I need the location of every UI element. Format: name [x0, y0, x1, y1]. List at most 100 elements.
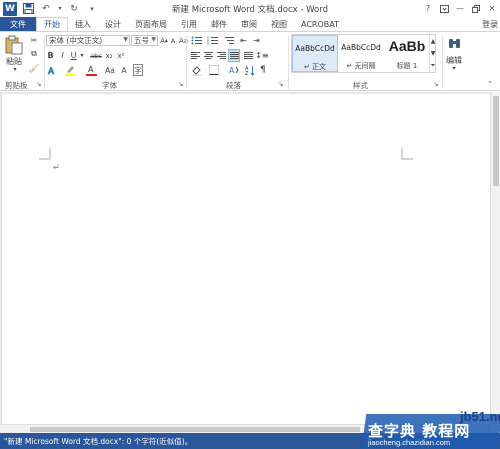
sort-icon[interactable]: AZ: [244, 64, 256, 76]
copy-icon[interactable]: ⧉: [29, 49, 39, 59]
strikethrough-icon[interactable]: abc: [90, 50, 102, 61]
svg-text:A: A: [88, 65, 94, 74]
underline-icon[interactable]: U: [69, 50, 78, 61]
styles-more-icon[interactable]: ⏷: [429, 59, 436, 72]
line-spacing-icon[interactable]: ↕≡: [255, 50, 268, 61]
borders-icon[interactable]: [208, 64, 220, 76]
underline-dropdown-icon[interactable]: ▾: [79, 50, 85, 61]
style-normal[interactable]: AaBbCcDd ↵ 正文: [292, 35, 338, 72]
tab-references[interactable]: 引用: [174, 17, 204, 31]
align-center-icon[interactable]: [203, 50, 213, 61]
tab-insert[interactable]: 插入: [68, 17, 98, 31]
divider: [288, 35, 289, 89]
help-icon[interactable]: ?: [420, 0, 436, 17]
paste-icon[interactable]: [5, 35, 23, 55]
multilevel-list-icon[interactable]: [222, 35, 234, 46]
divider: [44, 35, 45, 89]
style-heading-1-label: 标题 1: [396, 62, 418, 70]
shrink-font-icon[interactable]: A: [169, 35, 177, 46]
style-normal-sample: AaBbCcDd: [295, 44, 335, 53]
word-app-icon[interactable]: W: [3, 1, 17, 16]
char-shading-icon[interactable]: Aa: [105, 64, 115, 76]
highlight-color-icon[interactable]: [65, 64, 76, 76]
undo-dropdown-icon[interactable]: ▾: [57, 2, 63, 16]
chevron-down-icon: ▼: [123, 36, 128, 43]
divider: [442, 35, 443, 89]
svg-text:Z: Z: [245, 71, 249, 76]
divider: [186, 35, 187, 89]
restore-icon[interactable]: [468, 0, 484, 17]
margin-corner-top-left: [39, 148, 51, 160]
chinese-layout-icon[interactable]: A: [228, 64, 240, 76]
distributed-icon[interactable]: [243, 50, 253, 61]
vertical-scroll-thumb[interactable]: [493, 96, 499, 186]
tab-page-layout[interactable]: 页面布局: [128, 17, 174, 31]
tab-view[interactable]: 视图: [264, 17, 294, 31]
document-page[interactable]: [1, 94, 490, 424]
tab-review[interactable]: 审阅: [234, 17, 264, 31]
document-area: [0, 92, 490, 424]
styles-scroll-up-icon[interactable]: ▲: [429, 35, 436, 47]
font-size-select[interactable]: 五号 ▼: [131, 35, 158, 46]
increase-indent-icon[interactable]: ⇥: [251, 35, 262, 46]
editing-dropdown-icon[interactable]: ▾: [450, 65, 458, 72]
editing-button[interactable]: 编辑: [445, 55, 463, 65]
grow-font-icon[interactable]: A ▴: [160, 35, 168, 46]
text-effects-icon[interactable]: A: [46, 64, 57, 76]
tab-file[interactable]: 文件: [0, 17, 36, 31]
collapse-ribbon-icon[interactable]: ⌃: [485, 80, 495, 88]
font-color-icon[interactable]: A: [86, 64, 97, 76]
styles-launcher-icon[interactable]: ↘: [432, 80, 440, 88]
shading-icon[interactable]: [190, 64, 202, 76]
tab-acrobat[interactable]: ACROBAT: [294, 17, 346, 31]
undo-icon[interactable]: ↶: [39, 2, 53, 16]
watermark: jb51.net 查字典 教程网 jiaocheng.chazidian.com: [361, 408, 500, 449]
customize-icon[interactable]: ▾: [85, 2, 99, 16]
style-heading-1[interactable]: AaBb 标题 1: [384, 35, 430, 72]
clipboard-launcher-icon[interactable]: ↘: [35, 80, 43, 88]
chevron-down-icon: ▼: [151, 36, 156, 43]
cut-icon[interactable]: ✂: [29, 35, 39, 45]
ribbon-display-icon[interactable]: [436, 0, 452, 17]
minimize-icon[interactable]: —: [452, 0, 468, 17]
styles-scroll-down-icon[interactable]: ▼: [429, 47, 436, 59]
svg-text:A: A: [48, 67, 55, 76]
watermark-url: jiaocheng.chazidian.com: [368, 438, 451, 447]
superscript-icon[interactable]: x²: [116, 50, 126, 61]
char-border-icon[interactable]: 字: [133, 64, 143, 76]
vertical-scrollbar[interactable]: [490, 92, 500, 424]
binoculars-icon[interactable]: [447, 36, 461, 50]
font-launcher-icon[interactable]: ↘: [177, 80, 185, 88]
redo-icon[interactable]: ↻: [67, 2, 81, 16]
format-painter-icon[interactable]: 🖌: [29, 63, 39, 73]
bold-icon[interactable]: B: [46, 50, 55, 61]
numbering-icon[interactable]: [206, 35, 218, 46]
justify-icon[interactable]: [228, 49, 240, 62]
font-name-select[interactable]: 宋体 (中文正文) ▼: [46, 35, 130, 46]
style-no-spacing[interactable]: AaBbCcDd ↵ 无间隔: [338, 35, 384, 72]
font-name-value: 宋体 (中文正文): [49, 36, 103, 45]
align-right-icon[interactable]: [216, 50, 226, 61]
tab-home[interactable]: 开始: [36, 17, 68, 31]
show-formatting-marks-icon[interactable]: ¶: [258, 64, 268, 76]
ribbon-tabs: 文件 开始 插入 设计 页面布局 引用 邮件 审阅 视图 ACROBAT 登录: [0, 17, 500, 31]
align-left-icon[interactable]: [190, 50, 200, 61]
enclose-char-icon[interactable]: A: [119, 64, 129, 76]
bullets-icon[interactable]: [190, 35, 202, 46]
window-controls: ? — ✕: [420, 0, 500, 17]
close-icon[interactable]: ✕: [484, 0, 500, 17]
style-no-spacing-label: ↵ 无间隔: [346, 62, 376, 70]
paragraph-launcher-icon[interactable]: ↘: [277, 80, 285, 88]
italic-icon[interactable]: I: [58, 50, 67, 61]
horizontal-scroll-thumb[interactable]: [30, 427, 360, 432]
tab-mailings[interactable]: 邮件: [204, 17, 234, 31]
tab-design[interactable]: 设计: [98, 17, 128, 31]
font-size-value: 五号: [134, 36, 149, 45]
subscript-icon[interactable]: x₂: [104, 50, 114, 61]
paragraph-group-label: 段落: [226, 81, 241, 90]
paste-dropdown-icon[interactable]: ▾: [10, 66, 20, 73]
decrease-indent-icon[interactable]: ⇤: [238, 35, 249, 46]
save-icon[interactable]: [21, 2, 35, 16]
login-link[interactable]: 登录: [482, 17, 498, 31]
paste-button[interactable]: 粘贴: [4, 56, 24, 66]
